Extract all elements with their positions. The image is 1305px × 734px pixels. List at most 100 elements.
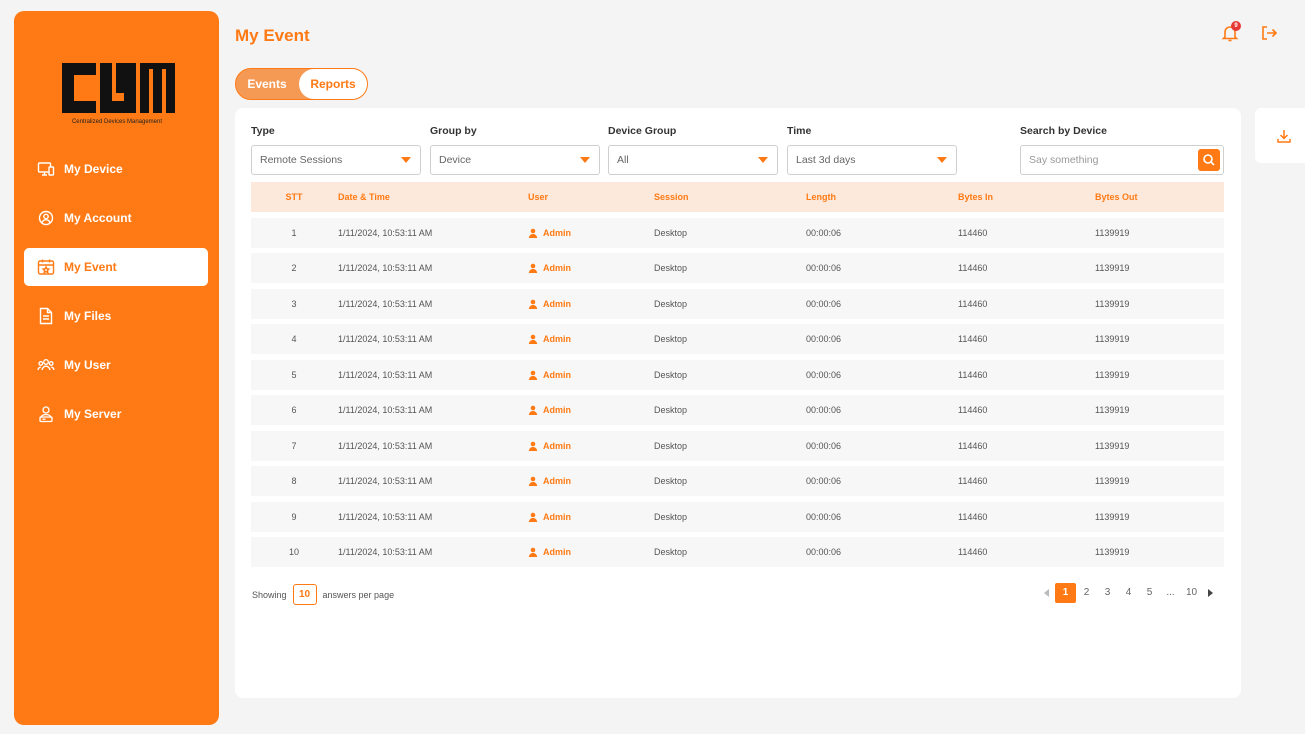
column-header[interactable]: STT (251, 192, 337, 202)
user-icon (528, 441, 538, 451)
column-header[interactable]: Bytes Out (1095, 192, 1224, 202)
caret-down-icon (937, 157, 947, 163)
table-cell: Desktop (654, 547, 688, 557)
view-tabs: Events Reports (235, 68, 368, 100)
row-user[interactable]: Admin (528, 405, 654, 415)
sidebar-item-my-user[interactable]: My User (24, 346, 208, 384)
row-user[interactable]: Admin (528, 299, 654, 309)
table-cell: 114460 (958, 227, 988, 238)
table-cell: 1139919 (1095, 547, 1130, 557)
device-icon (37, 162, 55, 176)
type-select[interactable]: Remote Sessions (251, 145, 421, 175)
table-footer: Showing 10 answers per page (252, 584, 394, 605)
table-cell: 1139919 (1095, 405, 1130, 415)
page-button[interactable]: 10 (1181, 583, 1202, 603)
table-row[interactable]: 5 1/11/2024, 10:53:11 AM Admin Desktop 00:00… (251, 359, 1224, 390)
table-cell: 1/11/2024, 10:53:11 AM (338, 405, 433, 415)
table-row[interactable]: 10 1/11/2024, 10:53:11 AM Admin Desktop 00:0… (251, 537, 1224, 567)
sidebar-item-my-server[interactable]: My Server (24, 395, 208, 433)
table-cell: 00:00:06 (806, 227, 842, 238)
row-user-name: Admin (543, 511, 571, 522)
table-cell: 3 (291, 298, 297, 309)
column-header[interactable]: Date & Time (337, 192, 528, 202)
row-user[interactable]: Admin (528, 334, 654, 344)
download-icon[interactable] (1276, 128, 1292, 144)
user-icon (528, 405, 538, 415)
row-user[interactable]: Admin (528, 441, 654, 451)
row-user[interactable]: Admin (528, 476, 654, 486)
table-row[interactable]: 4 1/11/2024, 10:53:11 AM Admin Desktop 00:00… (251, 324, 1224, 354)
sidebar-item-my-event[interactable]: My Event (24, 248, 208, 286)
table-row[interactable]: 3 1/11/2024, 10:53:11 AM Admin Desktop 00:00… (251, 288, 1224, 319)
table-cell: 114460 (958, 298, 988, 309)
table-row[interactable]: 6 1/11/2024, 10:53:11 AM Admin Desktop 00:00… (251, 395, 1224, 425)
prev-page-button[interactable] (1039, 583, 1055, 603)
per-page-select[interactable]: 10 (292, 584, 317, 605)
table-row[interactable]: 9 1/11/2024, 10:53:11 AM Admin Desktop 00:00… (251, 501, 1224, 532)
device-group-select-value: All (617, 154, 629, 166)
device-group-select[interactable]: All (608, 145, 778, 175)
table-cell: 114460 (958, 440, 988, 451)
user-icon (528, 512, 538, 522)
row-user-name: Admin (543, 227, 571, 238)
user-icon (528, 228, 538, 238)
page-button[interactable]: 1 (1055, 583, 1076, 603)
row-user[interactable]: Admin (528, 547, 654, 557)
next-page-button[interactable] (1202, 583, 1218, 603)
filter-device-group-label: Device Group (608, 125, 677, 137)
table-cell: 114460 (958, 547, 988, 557)
column-header[interactable]: Length (806, 192, 958, 202)
filter-time: Time Last 3d days (787, 125, 957, 175)
search-icon (1203, 154, 1215, 166)
table-cell: 5 (291, 369, 297, 380)
sidebar-item-label: My Event (64, 260, 117, 274)
column-header[interactable]: User (528, 192, 654, 202)
table-row[interactable]: 1 1/11/2024, 10:53:11 AM Admin Desktop 00:00… (251, 217, 1224, 248)
table-row[interactable]: 2 1/11/2024, 10:53:11 AM Admin Desktop 00:00… (251, 253, 1224, 283)
row-user-name: Admin (543, 369, 571, 380)
page-button[interactable]: 4 (1118, 583, 1139, 603)
time-select[interactable]: Last 3d days (787, 145, 957, 175)
sidebar-item-my-device[interactable]: My Device (24, 150, 208, 188)
table-cell: 9 (291, 511, 297, 522)
page-button[interactable]: 2 (1076, 583, 1097, 603)
table-row[interactable]: 7 1/11/2024, 10:53:11 AM Admin Desktop 00:00… (251, 430, 1224, 461)
table-cell: 1139919 (1095, 263, 1130, 273)
row-user[interactable]: Admin (528, 370, 654, 380)
table-row[interactable]: 8 1/11/2024, 10:53:11 AM Admin Desktop 00:00… (251, 466, 1224, 496)
cdm-logo: Centralized Devices Management (58, 59, 176, 131)
filter-group-by-label: Group by (430, 125, 477, 137)
column-header[interactable]: Session (654, 192, 806, 202)
notification-badge: 9 (1231, 21, 1241, 31)
filter-type: Type Remote Sessions (251, 125, 421, 175)
notification-button[interactable]: 9 (1220, 21, 1241, 43)
group-by-select[interactable]: Device (430, 145, 600, 175)
sidebar-item-my-files[interactable]: My Files (24, 297, 208, 335)
sidebar-item-my-account[interactable]: My Account (24, 199, 208, 237)
page-button[interactable]: 5 (1139, 583, 1160, 603)
table-cell: 4 (291, 334, 297, 344)
logout-button[interactable] (1259, 23, 1279, 43)
search-button[interactable] (1198, 149, 1220, 171)
page-ellipsis: ... (1166, 587, 1175, 598)
row-user[interactable]: Admin (528, 228, 654, 238)
tab-reports[interactable]: Reports (299, 69, 367, 99)
table-cell: 1139919 (1095, 298, 1130, 309)
column-header[interactable]: Bytes In (958, 192, 1095, 202)
table-cell: Desktop (654, 405, 688, 415)
filter-type-label: Type (251, 125, 275, 137)
row-user[interactable]: Admin (528, 512, 654, 522)
search-input[interactable] (1021, 146, 1191, 174)
table-cell: 00:00:06 (806, 511, 842, 522)
table-cell: 00:00:06 (806, 298, 842, 309)
table-cell: 1139919 (1095, 511, 1130, 522)
page-button[interactable]: 3 (1097, 583, 1118, 603)
filter-search-label: Search by Device (1020, 125, 1107, 137)
caret-down-icon (758, 157, 768, 163)
showing-label: Showing (252, 589, 287, 600)
user-icon (528, 547, 538, 557)
tab-events[interactable]: Events (236, 69, 298, 99)
file-icon (39, 307, 53, 325)
row-user[interactable]: Admin (528, 263, 654, 273)
table-cell: 1 (291, 227, 297, 238)
